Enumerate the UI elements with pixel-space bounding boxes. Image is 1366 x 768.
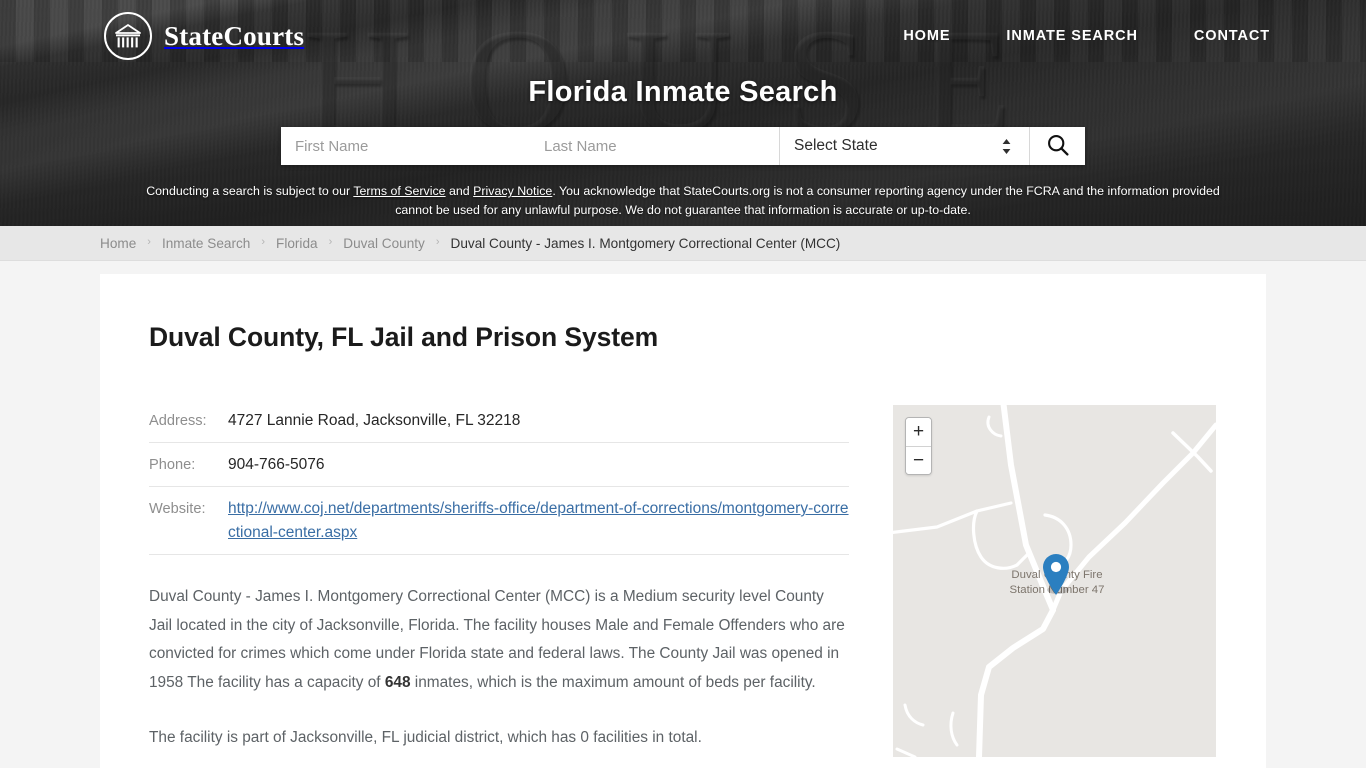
state-select[interactable]: Select State — [779, 127, 1029, 165]
brand-logo-link[interactable]: StateCourts — [104, 12, 304, 60]
breadcrumb-separator-icon: › — [328, 236, 333, 248]
map-zoom-out-button[interactable]: − — [906, 446, 931, 474]
page-body: Duval County, FL Jail and Prison System … — [0, 274, 1366, 768]
detail-row-phone: Phone: 904-766-5076 — [149, 443, 849, 488]
nav-item-contact[interactable]: CONTACT — [1194, 28, 1270, 44]
inmate-search-form: Select State — [281, 127, 1085, 165]
disclaimer-text-2: and — [445, 184, 474, 198]
capacity-value: 648 — [384, 673, 411, 691]
detail-row-website: Website: http://www.coj.net/departments/… — [149, 487, 849, 556]
terms-of-service-link[interactable]: Terms of Service — [353, 184, 445, 198]
detail-label-phone: Phone: — [149, 457, 196, 474]
brand-name: StateCourts — [164, 20, 305, 51]
detail-value-phone: 904-766-5076 — [228, 456, 325, 474]
facility-content-card: Duval County, FL Jail and Prison System … — [100, 274, 1266, 768]
breadcrumb-item-current: Duval County - James I. Montgomery Corre… — [450, 235, 841, 251]
last-name-input[interactable] — [530, 127, 779, 165]
detail-label-address: Address: — [149, 413, 207, 429]
judicial-district-paragraph: The facility is part of Jacksonville, FL… — [149, 728, 702, 746]
detail-value-website: http://www.coj.net/departments/sheriffs-… — [228, 497, 849, 545]
breadcrumb-item-home[interactable]: Home — [100, 236, 136, 251]
breadcrumb-separator-icon: › — [261, 236, 266, 248]
map-column: + − Duval County Fire Station Number 47 — [893, 405, 1216, 757]
hero-header: HOUSE StateCourts — [0, 0, 1366, 226]
breadcrumb-item-duval-county[interactable]: Duval County — [343, 236, 425, 251]
map-zoom-in-button[interactable]: + — [906, 418, 931, 446]
nav-item-inmate-search[interactable]: INMATE SEARCH — [1006, 28, 1137, 44]
search-submit-button[interactable] — [1029, 127, 1085, 165]
magnifier-icon — [1046, 133, 1070, 160]
map-location-marker[interactable] — [1041, 552, 1071, 601]
page-hero-title: Florida Inmate Search — [528, 76, 838, 108]
privacy-notice-link[interactable]: Privacy Notice — [473, 184, 552, 198]
nav-item-home[interactable]: HOME — [903, 28, 950, 44]
detail-value-address: 4727 Lannie Road, Jacksonville, FL 32218 — [228, 412, 521, 429]
detail-label-website: Website: — [149, 501, 206, 518]
facility-website-link[interactable]: http://www.coj.net/departments/sheriffs-… — [228, 500, 849, 541]
facility-location-map[interactable]: + − Duval County Fire Station Number 47 — [893, 405, 1216, 757]
first-name-input[interactable] — [281, 127, 530, 165]
state-select-value: Select State — [794, 137, 878, 154]
page-title: Duval County, FL Jail and Prison System — [149, 322, 659, 352]
breadcrumb-item-florida[interactable]: Florida — [276, 236, 318, 251]
map-zoom-controls: + − — [905, 417, 932, 475]
detail-row-address: Address: 4727 Lannie Road, Jacksonville,… — [149, 405, 849, 444]
top-navigation-bar: StateCourts HOME INMATE SEARCH CONTACT — [0, 0, 1366, 72]
courthouse-circle-icon — [104, 12, 152, 60]
disclaimer-text-1: Conducting a search is subject to our — [146, 184, 354, 198]
breadcrumb-bar: Home › Inmate Search › Florida › Duval C… — [0, 226, 1366, 261]
facility-description-paragraph: Duval County - James I. Montgomery Corre… — [149, 583, 849, 698]
breadcrumb-item-inmate-search[interactable]: Inmate Search — [162, 236, 250, 251]
description-text-after-capacity: inmates, which is the maximum amount of … — [410, 673, 816, 691]
up-down-chevrons-icon — [1002, 138, 1011, 154]
main-nav: HOME INMATE SEARCH CONTACT — [903, 28, 1270, 44]
breadcrumb: Home › Inmate Search › Florida › Duval C… — [100, 236, 840, 251]
facility-info-column: Address: 4727 Lannie Road, Jacksonville,… — [149, 405, 849, 757]
breadcrumb-separator-icon: › — [147, 236, 151, 248]
search-disclaimer: Conducting a search is subject to our Te… — [128, 182, 1238, 220]
breadcrumb-separator-icon: › — [435, 236, 440, 248]
